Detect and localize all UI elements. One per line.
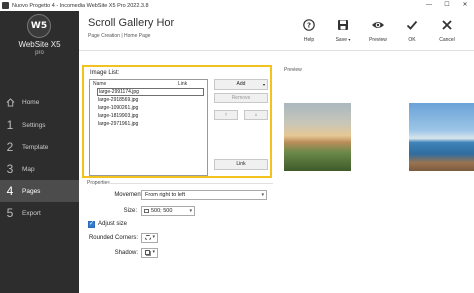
- image-list[interactable]: Name Link large-2991174.jpg large-291856…: [89, 79, 208, 176]
- app-icon: [2, 2, 9, 9]
- preview-label: Preview: [284, 67, 302, 73]
- shadow-icon: [145, 250, 150, 255]
- cancel-button[interactable]: Cancel: [433, 17, 461, 43]
- home-icon: [0, 91, 20, 113]
- move-up-button[interactable]: ↑: [214, 110, 238, 120]
- image-list-panel: Image List: Name Link large-2991174.jpg …: [82, 65, 272, 178]
- column-header-name: Name: [93, 81, 107, 87]
- nav-item-map[interactable]: 3 Map: [0, 158, 79, 180]
- list-item[interactable]: large-1819903.jpg: [98, 112, 138, 120]
- window-title: Nuovo Progetto 4 - Incomedia WebSite X5 …: [12, 2, 149, 9]
- minimize-button[interactable]: —: [420, 0, 438, 11]
- brand-edition: pro: [35, 50, 44, 56]
- title-bar: Nuovo Progetto 4 - Incomedia WebSite X5 …: [0, 0, 474, 11]
- help-button[interactable]: ? Help: [295, 17, 323, 43]
- chevron-down-icon: ▾: [189, 208, 192, 214]
- adjust-size-label: Adjust size: [98, 221, 128, 227]
- save-button[interactable]: Save ▾: [329, 17, 357, 43]
- page-header: Scroll Gallery Hor Page Creation | Home …: [79, 11, 474, 51]
- check-icon: [398, 17, 426, 33]
- remove-button[interactable]: Remove: [214, 93, 268, 103]
- logo-mark: W5: [27, 14, 51, 38]
- movement-select[interactable]: From right to left ▾: [141, 190, 267, 200]
- chevron-down-icon: ▾: [348, 37, 351, 42]
- list-item[interactable]: large-2918569.jpg: [98, 96, 138, 104]
- chevron-down-icon: ▾: [262, 82, 265, 87]
- move-down-button[interactable]: ↓: [244, 110, 268, 120]
- nav-item-template[interactable]: 2 Template: [0, 136, 79, 158]
- divider: [107, 183, 273, 184]
- shadow-select[interactable]: ▾: [141, 248, 158, 258]
- nav-item-pages[interactable]: 4 Pages: [0, 180, 79, 202]
- movement-label: Movement:: [114, 192, 144, 198]
- close-icon: [433, 17, 461, 33]
- rounded-corners-select[interactable]: ▾: [141, 233, 158, 243]
- maximize-button[interactable]: ☐: [438, 0, 456, 11]
- window-controls: — ☐ ✕: [420, 0, 474, 11]
- list-header: Name Link: [90, 80, 207, 88]
- image-list-label: Image List:: [90, 70, 120, 76]
- list-item[interactable]: large-2991174.jpg: [97, 88, 204, 96]
- chevron-down-icon: ▾: [152, 249, 155, 255]
- preview-image-pier: [409, 103, 474, 171]
- nav-item-home[interactable]: Home: [0, 91, 79, 113]
- column-header-link: Link: [178, 81, 188, 87]
- list-item[interactable]: large-1090261.jpg: [98, 104, 138, 112]
- close-window-button[interactable]: ✕: [456, 0, 474, 11]
- size-select[interactable]: 500; 500 ▾: [141, 206, 195, 216]
- chevron-down-icon: ▾: [152, 234, 155, 240]
- chevron-down-icon: ▾: [261, 192, 264, 198]
- step-number: 3: [6, 162, 14, 176]
- shadow-label: Shadow:: [114, 250, 138, 256]
- rounded-corners-icon: [145, 235, 151, 240]
- eye-icon: [364, 17, 392, 33]
- size-label: Size:: [123, 208, 137, 214]
- brand-logo: W5 WebSite X5 pro: [0, 11, 79, 69]
- step-number: 4: [6, 184, 14, 198]
- list-item[interactable]: large-2971961.jpg: [98, 120, 138, 128]
- adjust-size-checkbox[interactable]: ✓: [88, 221, 95, 228]
- page-title: Scroll Gallery Hor: [88, 17, 175, 29]
- preview-button[interactable]: Preview: [364, 17, 392, 43]
- preview-image-sunset: [284, 103, 351, 171]
- step-number: 2: [6, 140, 14, 154]
- breadcrumb: Page Creation | Home Page: [88, 33, 151, 39]
- ok-button[interactable]: OK: [398, 17, 426, 43]
- step-number: 1: [6, 118, 14, 132]
- add-button[interactable]: Add ▾: [214, 79, 268, 90]
- main-content: Image List: Name Link large-2991174.jpg …: [79, 52, 474, 293]
- brand-name: WebSite X5 pro: [0, 41, 79, 57]
- sidebar: W5 WebSite X5 pro Home 1 Settings 2 Templa…: [0, 11, 79, 293]
- resize-icon: [144, 209, 149, 213]
- nav-item-export[interactable]: 5 Export: [0, 202, 79, 224]
- step-number: 5: [6, 206, 14, 220]
- help-icon: ?: [295, 17, 323, 33]
- svg-text:?: ?: [307, 22, 311, 30]
- rounded-corners-label: Rounded Corners:: [88, 235, 138, 241]
- save-icon: [329, 17, 357, 33]
- link-button[interactable]: Link: [214, 159, 268, 170]
- nav-item-settings[interactable]: 1 Settings: [0, 114, 79, 136]
